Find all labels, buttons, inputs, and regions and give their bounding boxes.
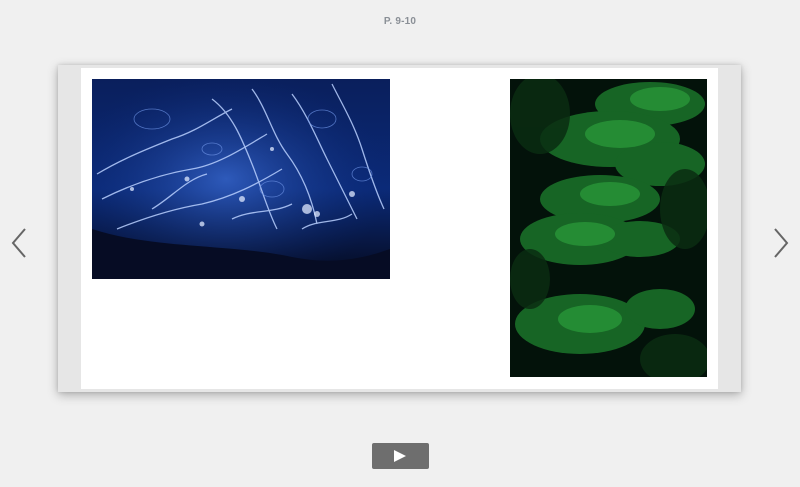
chevron-left-icon bbox=[11, 228, 26, 258]
page-spread[interactable] bbox=[81, 68, 718, 389]
page-indicator: P. 9-10 bbox=[383, 16, 417, 27]
flipbook-viewer: P. 9-10 bbox=[0, 0, 800, 487]
book bbox=[58, 65, 741, 392]
left-page-photo bbox=[92, 79, 390, 279]
right-page-photo bbox=[510, 79, 707, 377]
play-icon bbox=[394, 450, 406, 462]
play-slideshow-button[interactable] bbox=[372, 443, 429, 469]
previous-page-button[interactable] bbox=[7, 226, 31, 260]
next-page-button[interactable] bbox=[769, 226, 793, 260]
chevron-right-icon bbox=[774, 228, 789, 258]
